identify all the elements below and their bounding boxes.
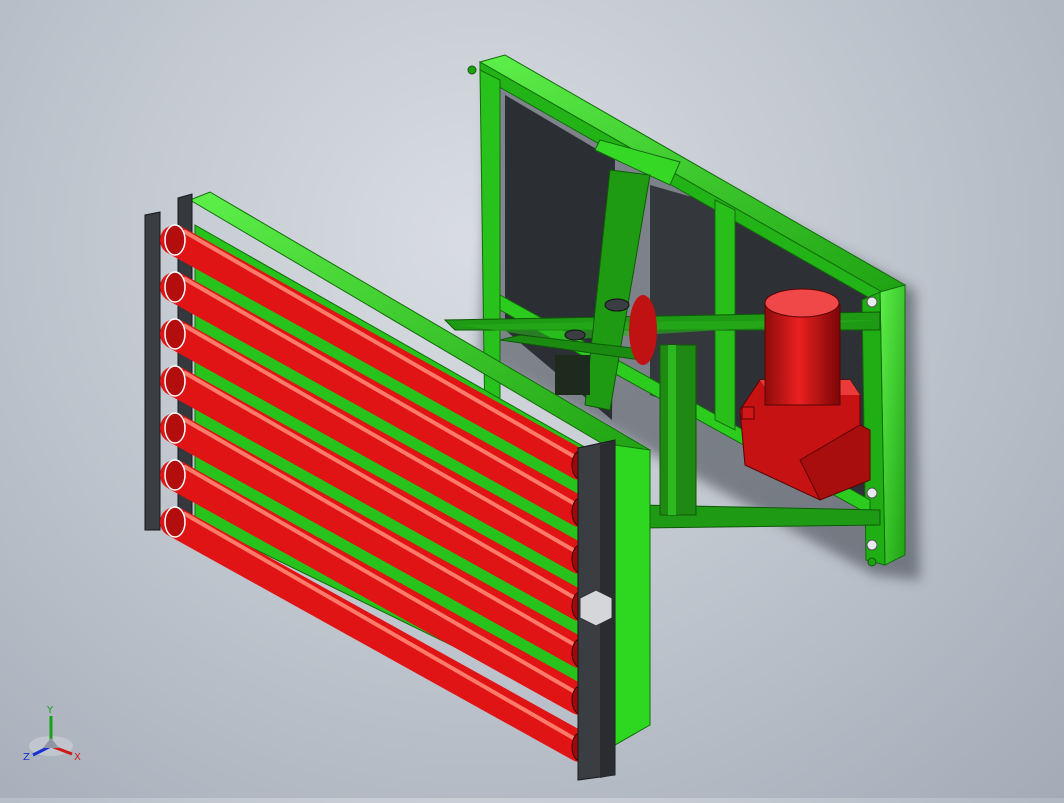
motor-body xyxy=(764,304,841,406)
motor-cap xyxy=(764,288,840,318)
roller-end-cap xyxy=(164,506,186,538)
roller-end-cap xyxy=(164,365,186,397)
lock-handle[interactable] xyxy=(579,589,613,627)
bolt-icon xyxy=(866,539,878,551)
bolt-icon xyxy=(866,296,878,308)
pivot-pin xyxy=(604,298,630,312)
support-column xyxy=(659,344,697,516)
z-axis-label: Z xyxy=(23,752,30,763)
column-highlight xyxy=(668,345,676,515)
y-axis-label: Y xyxy=(46,705,54,716)
model-viewport[interactable]: Y X Z xyxy=(0,0,1064,798)
left-post xyxy=(479,69,501,441)
roller-end-cap xyxy=(164,459,186,491)
axis-triad: Y X Z xyxy=(18,700,88,770)
x-axis-label: X xyxy=(74,752,81,763)
roller-end-cap xyxy=(164,271,186,303)
end-plate-right xyxy=(614,444,651,746)
cad-model-scene[interactable] xyxy=(0,0,1064,798)
end-plate-left xyxy=(144,211,161,531)
roller-end-cap xyxy=(164,224,186,256)
hub-block xyxy=(555,355,590,395)
motor-terminal xyxy=(741,406,755,420)
pivot-pin xyxy=(564,329,586,341)
roller-end-cap xyxy=(164,412,186,444)
bolt-icon xyxy=(467,65,477,75)
roller-end-cap xyxy=(164,318,186,350)
bolt-icon xyxy=(867,557,877,567)
cam-part xyxy=(629,295,657,365)
bolt-icon xyxy=(866,487,878,499)
